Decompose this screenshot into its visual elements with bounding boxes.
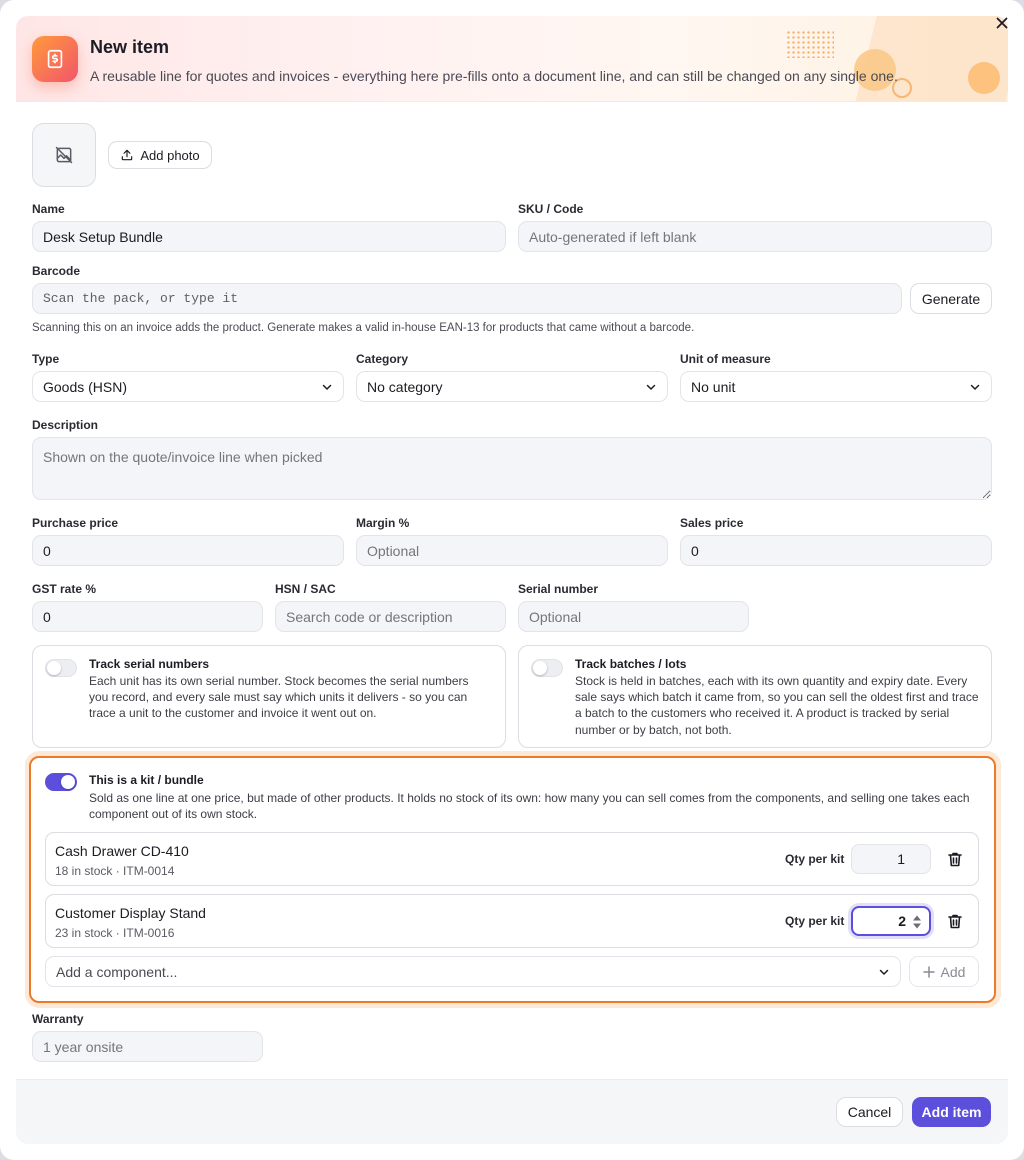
kit-title: This is a kit / bundle: [89, 773, 204, 787]
track-batches-title: Track batches / lots: [575, 657, 687, 671]
close-icon: [996, 17, 1008, 29]
add-item-button[interactable]: Add item: [912, 1097, 991, 1127]
toggle-knob: [61, 775, 75, 789]
unit-label: Unit of measure: [680, 352, 771, 366]
chevron-down-icon: [646, 384, 656, 390]
sales-price-input[interactable]: [680, 535, 992, 566]
qty-per-kit-label: Qty per kit: [785, 852, 845, 866]
kit-component-row: Cash Drawer CD-410 18 in stock · ITM-001…: [45, 832, 979, 886]
sales-price-label: Sales price: [680, 516, 744, 530]
kit-component-row: Customer Display Stand 23 in stock · ITM…: [45, 894, 979, 948]
kit-description: Sold as one line at one price, but made …: [89, 791, 970, 822]
add-component-label: Add: [940, 963, 966, 980]
plus-icon: [922, 965, 935, 978]
hsn-input[interactable]: [275, 601, 506, 632]
photo-placeholder[interactable]: [32, 123, 96, 187]
header-decoration-circle: [968, 62, 1000, 94]
dialog-header: New item A reusable line for quotes and …: [16, 16, 1008, 102]
track-serial-toggle[interactable]: [45, 659, 77, 677]
chevron-down-icon: [970, 384, 980, 390]
qty-per-kit-input[interactable]: 1: [851, 844, 931, 874]
type-label: Type: [32, 352, 60, 366]
dialog-subtitle: A reusable line for quotes and invoices …: [90, 68, 898, 84]
close-button[interactable]: [991, 12, 1013, 34]
qty-value: 2: [898, 913, 906, 929]
gst-label: GST rate %: [32, 582, 97, 596]
unit-value: No unit: [691, 378, 736, 395]
add-photo-button[interactable]: Add photo: [108, 141, 212, 169]
cancel-button[interactable]: Cancel: [836, 1097, 903, 1127]
upload-icon: [122, 149, 133, 161]
name-input[interactable]: [32, 221, 506, 252]
unit-select[interactable]: No unit: [680, 371, 992, 402]
category-value: No category: [367, 378, 443, 395]
track-serial-title: Track serial numbers: [89, 657, 210, 671]
qty-per-kit-label: Qty per kit: [785, 914, 845, 928]
chevron-down-icon: [879, 969, 889, 975]
serial-number-label: Serial number: [518, 582, 599, 596]
toggle-knob: [47, 661, 61, 675]
track-serial-description: Each unit has its own serial number. Sto…: [89, 674, 469, 721]
barcode-input[interactable]: [32, 283, 902, 314]
header-decoration-dots: [786, 30, 834, 58]
chevron-down-icon: [322, 384, 332, 390]
track-serial-card: Track serial numbers Each unit has its o…: [32, 645, 506, 748]
category-select[interactable]: No category: [356, 371, 668, 402]
description-input[interactable]: [32, 437, 992, 500]
description-label: Description: [32, 418, 99, 432]
kit-toggle[interactable]: [45, 773, 77, 791]
track-batches-card: Track batches / lots Stock is held in ba…: [518, 645, 992, 748]
spinner-arrows-icon[interactable]: [912, 914, 922, 930]
trash-icon: [948, 914, 962, 928]
invoice-dollar-icon: [32, 36, 78, 82]
add-component-button[interactable]: Add: [909, 956, 979, 987]
add-component-placeholder: Add a component...: [56, 963, 178, 980]
warranty-label: Warranty: [32, 1012, 84, 1026]
track-batches-toggle[interactable]: [531, 659, 563, 677]
track-batches-description: Stock is held in batches, each with its …: [575, 674, 979, 737]
no-image-icon: [55, 146, 73, 164]
sku-label: SKU / Code: [518, 202, 584, 216]
purchase-price-input[interactable]: [32, 535, 344, 566]
barcode-label: Barcode: [32, 264, 81, 278]
qty-per-kit-input[interactable]: 2: [851, 906, 931, 936]
gst-input[interactable]: [32, 601, 263, 632]
serial-number-input[interactable]: [518, 601, 749, 632]
component-meta: 18 in stock · ITM-0014: [55, 864, 175, 878]
hsn-label: HSN / SAC: [275, 582, 336, 596]
warranty-input[interactable]: [32, 1031, 263, 1062]
trash-icon: [948, 852, 962, 866]
purchase-price-label: Purchase price: [32, 516, 119, 530]
toggle-knob: [533, 661, 547, 675]
add-photo-label: Add photo: [140, 147, 200, 163]
remove-component-button[interactable]: [945, 910, 965, 932]
margin-label: Margin %: [356, 516, 410, 530]
component-meta: 23 in stock · ITM-0016: [55, 926, 175, 940]
margin-input[interactable]: [356, 535, 668, 566]
type-value: Goods (HSN): [43, 378, 128, 395]
barcode-helper-text: Scanning this on an invoice adds the pro…: [32, 322, 695, 334]
name-label: Name: [32, 202, 65, 216]
category-label: Category: [356, 352, 409, 366]
new-item-dialog: New item A reusable line for quotes and …: [0, 0, 1024, 1160]
dialog-title: New item: [90, 37, 170, 57]
component-name: Customer Display Stand: [55, 905, 206, 921]
generate-barcode-button[interactable]: Generate: [910, 283, 992, 314]
component-name: Cash Drawer CD-410: [55, 843, 189, 859]
remove-component-button[interactable]: [945, 848, 965, 870]
sku-input[interactable]: [518, 221, 992, 252]
type-select[interactable]: Goods (HSN): [32, 371, 344, 402]
add-component-select[interactable]: Add a component...: [45, 956, 901, 987]
